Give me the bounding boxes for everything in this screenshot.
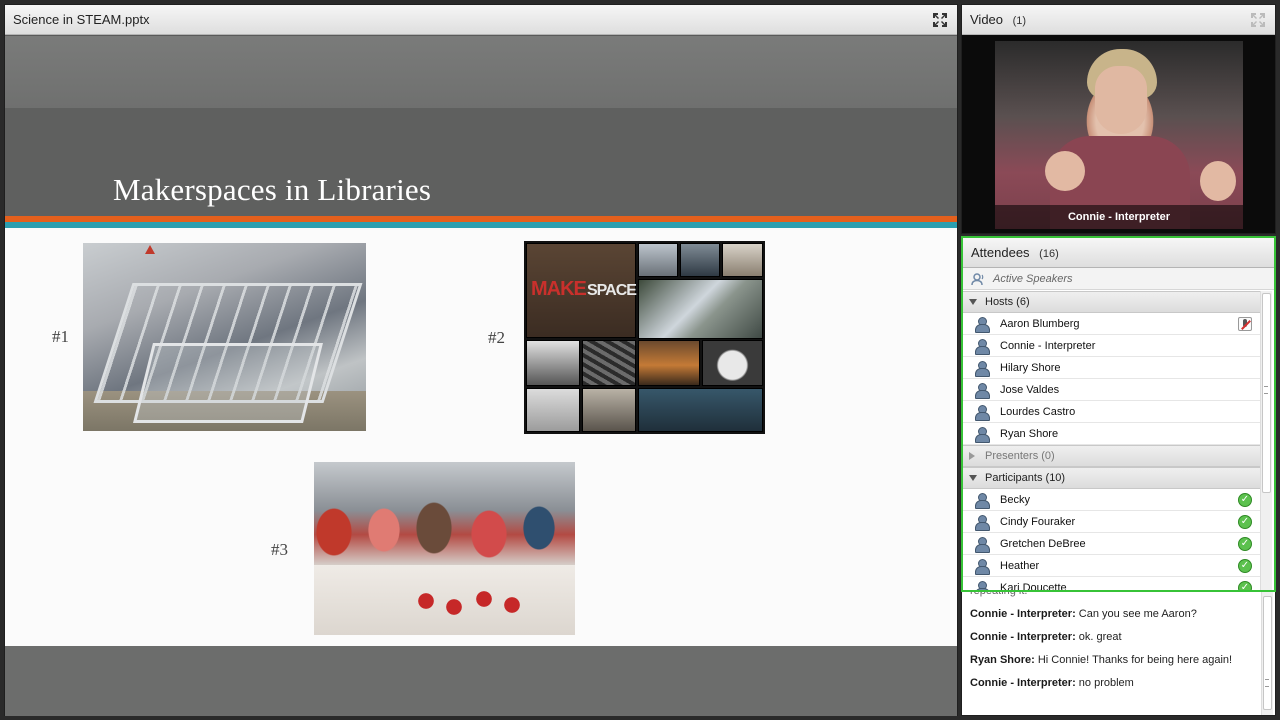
user-icon — [975, 536, 990, 553]
makerspace-photo-2: MAKE SPACE — [524, 241, 765, 434]
chat-text: no problem — [1078, 677, 1134, 689]
slide-label-2: #2 — [488, 328, 505, 347]
share-pod-title: Science in STEAM.pptx — [13, 12, 150, 27]
user-icon — [975, 514, 990, 531]
user-icon — [975, 382, 990, 399]
user-icon — [975, 360, 990, 377]
chat-message: Connie - Interpreter: no problem — [970, 672, 1260, 695]
chat-sender: Connie - Interpreter: — [970, 631, 1076, 643]
attendee-name: Hilary Shore — [1000, 361, 1061, 374]
attendee-row[interactable]: Lourdes Castro — [963, 401, 1260, 423]
photo2-text-make: MAKE — [531, 278, 587, 300]
chat-text: ok. great — [1078, 631, 1122, 643]
chat-message: Connie - Interpreter: Can you see me Aar… — [970, 603, 1260, 626]
attendee-name: Connie - Interpreter — [1000, 339, 1096, 352]
attendee-list: Hosts (6) Aaron Blumberg Connie - Interp… — [963, 291, 1260, 590]
attendees-pod-header: Attendees (16) — [963, 238, 1274, 268]
user-icon — [975, 558, 990, 575]
share-pod-header: Science in STEAM.pptx — [5, 5, 957, 35]
attendee-name: Gretchen DeBree — [1000, 537, 1086, 550]
slide-label-3: #3 — [271, 540, 288, 559]
attendees-pod-title: Attendees — [971, 245, 1030, 260]
group-hosts[interactable]: Hosts (6) — [963, 291, 1260, 313]
attendee-row[interactable]: Cindy Fouraker ✓ — [963, 511, 1260, 533]
check-icon: ✓ — [1238, 515, 1252, 529]
active-speakers-label: Active Speakers — [993, 272, 1073, 285]
user-icon — [975, 580, 990, 590]
active-speakers-row[interactable]: Active Speakers — [963, 268, 1274, 290]
video-pod-header: Video (1) — [962, 5, 1275, 35]
slide-title: Makerspaces in Libraries — [113, 172, 432, 207]
user-icon — [975, 492, 990, 509]
expand-icon[interactable] — [931, 11, 949, 29]
video-presenter-name: Connie - Interpreter — [995, 205, 1243, 229]
attendee-row[interactable]: Connie - Interpreter — [963, 335, 1260, 357]
presenters-label: Presenters (0) — [985, 450, 1055, 462]
attendee-name: Kari Doucette — [1000, 581, 1067, 591]
attendee-row[interactable]: Becky ✓ — [963, 489, 1260, 511]
attendee-scrollbar[interactable] — [1260, 291, 1272, 590]
hosts-label: Hosts (6) — [985, 296, 1030, 308]
video-pod-count: (1) — [1012, 15, 1027, 27]
attendee-name: Aaron Blumberg — [1000, 317, 1080, 330]
triangle-down-icon — [969, 475, 977, 481]
attendee-name: Jose Valdes — [1000, 383, 1060, 396]
attendee-row[interactable]: Aaron Blumberg — [963, 313, 1260, 335]
chat-sender: Ryan Shore: — [970, 654, 1035, 666]
makerspace-photo-1 — [83, 243, 366, 431]
user-icon — [975, 404, 990, 421]
attendee-name: Ryan Shore — [1000, 427, 1059, 440]
user-icon — [975, 316, 990, 333]
attendee-name: Lourdes Castro — [1000, 405, 1076, 418]
video-pod: Video (1) Connie - Interpreter — [961, 4, 1276, 234]
share-pod: Science in STEAM.pptx Makerspaces in Lib… — [4, 4, 958, 716]
check-icon: ✓ — [1238, 559, 1252, 573]
mic-muted-icon[interactable] — [1238, 317, 1252, 331]
chat-sender: Connie - Interpreter: — [970, 677, 1076, 689]
chat-scrollbar[interactable] — [1261, 592, 1273, 715]
chat-text: Can you see me Aaron? — [1078, 608, 1197, 620]
participants-label: Participants (10) — [985, 472, 1066, 484]
chat-messages: repeating it. Connie - Interpreter: Can … — [970, 592, 1260, 695]
slide-label-1: #1 — [52, 327, 69, 346]
attendees-pod: Attendees (16) Active Speakers Hosts (6)… — [961, 236, 1276, 592]
attendees-pod-count: (16) — [1039, 248, 1059, 260]
user-icon — [975, 338, 990, 355]
check-icon: ✓ — [1238, 537, 1252, 551]
attendee-row[interactable]: Ryan Shore — [963, 423, 1260, 445]
slide-area: Makerspaces in Libraries #1 #2 #3 MAKE S — [5, 36, 957, 716]
scrollbar-thumb[interactable] — [1263, 596, 1272, 710]
attendee-name: Cindy Fouraker — [1000, 515, 1076, 528]
webcam-video[interactable]: Connie - Interpreter — [995, 41, 1243, 229]
attendee-name: Heather — [1000, 559, 1040, 572]
attendee-row[interactable]: Hilary Shore — [963, 357, 1260, 379]
chat-pod: repeating it. Connie - Interpreter: Can … — [961, 592, 1276, 716]
slide: Makerspaces in Libraries #1 #2 #3 MAKE S — [5, 36, 957, 646]
chat-text: Hi Connie! Thanks for being here again! — [1037, 654, 1233, 666]
check-icon: ✓ — [1238, 493, 1252, 507]
group-participants[interactable]: Participants (10) — [963, 467, 1260, 489]
chat-sender: Connie - Interpreter: — [970, 608, 1076, 620]
attendee-row[interactable]: Kari Doucette ✓ — [963, 577, 1260, 590]
group-presenters[interactable]: Presenters (0) — [963, 445, 1260, 467]
attendee-row[interactable]: Gretchen DeBree ✓ — [963, 533, 1260, 555]
check-icon: ✓ — [1238, 581, 1252, 590]
triangle-down-icon — [969, 299, 977, 305]
expand-icon[interactable] — [1249, 11, 1267, 29]
attendee-row[interactable]: Heather ✓ — [963, 555, 1260, 577]
video-pod-title: Video — [970, 12, 1004, 27]
user-icon — [975, 426, 990, 443]
triangle-right-icon — [969, 452, 975, 460]
chat-message: Ryan Shore: Hi Connie! Thanks for being … — [970, 649, 1260, 672]
chat-message: Connie - Interpreter: ok. great — [970, 626, 1260, 649]
attendee-name: Becky — [1000, 493, 1030, 506]
photo2-text-space: SPACE — [587, 282, 637, 299]
chat-message-partial: repeating it. — [970, 592, 1260, 603]
speaker-icon — [971, 272, 984, 285]
meeting-app: Science in STEAM.pptx Makerspaces in Lib… — [0, 0, 1280, 720]
makerspace-photo-3 — [314, 462, 575, 635]
attendee-row[interactable]: Jose Valdes — [963, 379, 1260, 401]
